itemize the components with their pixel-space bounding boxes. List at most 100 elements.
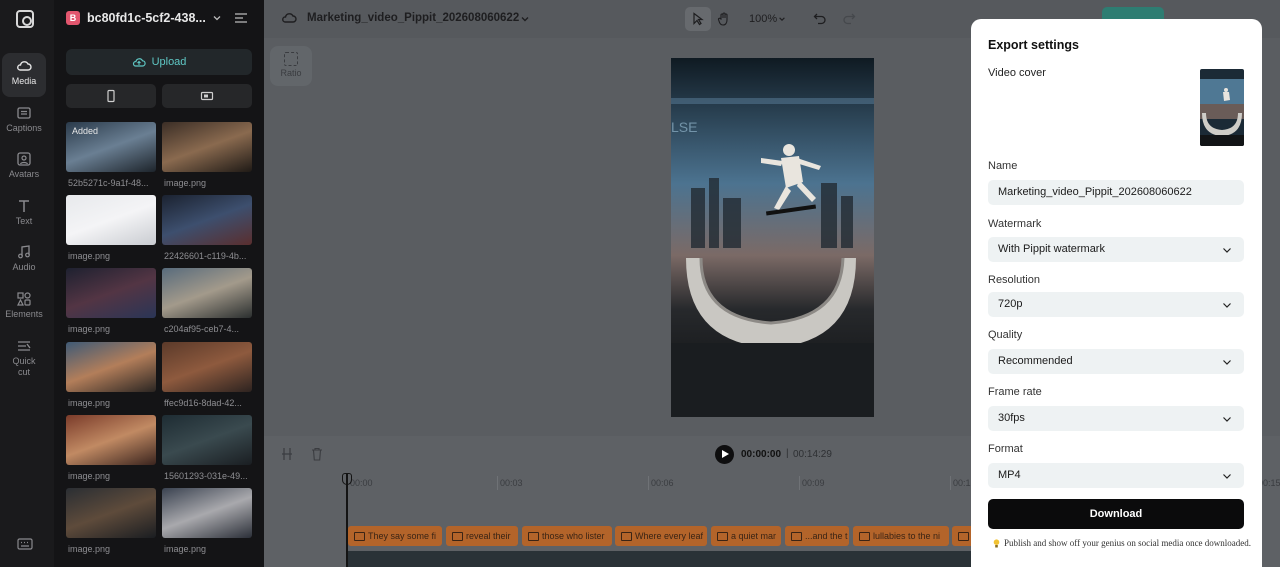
media-caption: image.png bbox=[164, 544, 207, 554]
format-select[interactable]: MP4 bbox=[988, 463, 1244, 488]
video-cover-thumbnail[interactable] bbox=[1200, 69, 1244, 146]
quality-select[interactable]: Recommended bbox=[988, 349, 1244, 374]
chevron-down-icon bbox=[1223, 474, 1231, 479]
play-button[interactable] bbox=[715, 445, 734, 464]
trash-icon[interactable] bbox=[311, 447, 323, 461]
rail-item-media[interactable]: Media bbox=[2, 53, 46, 97]
media-caption: 22426601-c119-4b... bbox=[164, 251, 247, 261]
menu-icon[interactable] bbox=[234, 12, 248, 24]
landscape-filter-button[interactable] bbox=[162, 84, 252, 108]
split-icon[interactable] bbox=[281, 447, 293, 461]
rail-item-label: Media bbox=[11, 76, 37, 86]
caption-clip[interactable]: a quiet mar bbox=[711, 526, 781, 546]
quality-label: Quality bbox=[988, 329, 1023, 341]
name-input[interactable]: Marketing_video_Pippit_202608060622 bbox=[988, 180, 1244, 205]
frame-rate-label: Frame rate bbox=[988, 386, 1042, 398]
project-header[interactable]: B bc80fd1c-5cf2-438... bbox=[66, 8, 256, 30]
caption-clip[interactable]: reveal their bbox=[446, 526, 518, 546]
current-time: 00:00:00 bbox=[741, 449, 782, 460]
media-thumbnail[interactable] bbox=[66, 268, 156, 318]
media-thumbnail[interactable] bbox=[162, 195, 252, 245]
ratio-label: Ratio bbox=[280, 68, 302, 78]
captions-icon bbox=[16, 106, 32, 120]
text-icon bbox=[16, 199, 32, 213]
cover-image bbox=[1200, 69, 1244, 146]
redo-icon[interactable] bbox=[842, 11, 856, 25]
frame-rate-select[interactable]: 30fps bbox=[988, 406, 1244, 431]
ruler-tick-mark bbox=[648, 476, 649, 490]
select-tool-button[interactable] bbox=[685, 7, 711, 31]
watermark-label: Watermark bbox=[988, 218, 1042, 230]
chevron-down-icon[interactable] bbox=[520, 14, 530, 24]
left-rail: Media Captions Avatars Text Audio Elemen… bbox=[0, 0, 54, 567]
quality-value: Recommended bbox=[998, 355, 1073, 367]
portrait-filter-button[interactable] bbox=[66, 84, 156, 108]
rail-item-text[interactable]: Text bbox=[2, 193, 46, 237]
rail-item-audio[interactable]: Audio bbox=[2, 239, 46, 283]
media-thumbnail[interactable] bbox=[162, 122, 252, 172]
media-thumbnail[interactable]: Added bbox=[66, 122, 156, 172]
keyboard-icon[interactable] bbox=[17, 537, 33, 551]
caption-clip[interactable]: ...and the t bbox=[785, 526, 849, 546]
undo-icon[interactable] bbox=[813, 11, 827, 25]
hand-tool-button[interactable] bbox=[711, 7, 737, 31]
landscape-icon bbox=[200, 91, 214, 101]
total-time: 00:14:29 bbox=[793, 449, 832, 460]
media-thumbnail[interactable] bbox=[162, 415, 252, 465]
frame-rate-value: 30fps bbox=[998, 412, 1025, 424]
zoom-level[interactable]: 100% bbox=[749, 13, 777, 25]
rail-item-label: Avatars bbox=[8, 169, 40, 179]
media-thumbnail[interactable] bbox=[66, 195, 156, 245]
elements-icon bbox=[16, 292, 32, 306]
watermark-value: With Pippit watermark bbox=[998, 243, 1105, 255]
media-thumbnail[interactable] bbox=[162, 268, 252, 318]
rail-item-avatars[interactable]: Avatars bbox=[2, 146, 46, 190]
cloud-upload-icon bbox=[132, 58, 146, 67]
cloud-save-icon[interactable] bbox=[281, 11, 297, 25]
watermark-select[interactable]: With Pippit watermark bbox=[988, 237, 1244, 262]
caption-clip[interactable]: Where every leaf bbox=[615, 526, 707, 546]
video-track[interactable] bbox=[346, 551, 976, 567]
ruler-tick-label: 00:03 bbox=[500, 478, 523, 488]
project-title[interactable]: Marketing_video_Pippit_202608060622 bbox=[307, 12, 519, 24]
rail-item-elements[interactable]: Elements bbox=[2, 286, 46, 330]
media-thumbnail[interactable] bbox=[162, 342, 252, 392]
caption-clip[interactable]: lullabies to the ni bbox=[853, 526, 949, 546]
playhead-handle[interactable] bbox=[342, 473, 352, 485]
resolution-select[interactable]: 720p bbox=[988, 292, 1244, 317]
project-badge: B bbox=[66, 11, 80, 25]
export-title: Export settings bbox=[988, 38, 1079, 52]
playhead[interactable] bbox=[346, 474, 348, 567]
project-name[interactable]: bc80fd1c-5cf2-438... bbox=[87, 11, 206, 25]
media-thumbnail[interactable] bbox=[66, 488, 156, 538]
caption-clip[interactable]: those who lister bbox=[522, 526, 612, 546]
quick-cut-icon bbox=[16, 339, 32, 353]
format-value: MP4 bbox=[998, 469, 1021, 481]
chevron-down-icon[interactable] bbox=[212, 13, 222, 23]
phone-icon bbox=[107, 89, 115, 103]
media-thumbnail[interactable] bbox=[162, 488, 252, 538]
download-button[interactable]: Download bbox=[988, 499, 1244, 529]
chevron-down-icon[interactable] bbox=[778, 15, 786, 23]
name-value: Marketing_video_Pippit_202608060622 bbox=[998, 186, 1192, 198]
rail-item-label: Quick cut bbox=[12, 356, 36, 377]
upload-button[interactable]: Upload bbox=[66, 49, 252, 75]
chevron-down-icon bbox=[1223, 248, 1231, 253]
avatar-icon bbox=[16, 152, 32, 166]
rail-item-quick-cut[interactable]: Quick cut bbox=[2, 333, 46, 383]
publish-note-text: Publish and show off your genius on soci… bbox=[1004, 538, 1252, 548]
video-preview[interactable]: LSE bbox=[671, 58, 874, 417]
ruler-tick-label: 00:06 bbox=[651, 478, 674, 488]
chevron-down-icon bbox=[1223, 303, 1231, 308]
rail-item-captions[interactable]: Captions bbox=[2, 100, 46, 144]
caption-clip[interactable]: They say some fi bbox=[348, 526, 442, 546]
app-logo-icon[interactable] bbox=[16, 10, 34, 28]
media-thumbnail[interactable] bbox=[66, 415, 156, 465]
ruler-tick-label: 00:09 bbox=[802, 478, 825, 488]
skateboarder-frame: LSE bbox=[671, 58, 874, 417]
media-caption: 52b5271c-9a1f-48... bbox=[68, 178, 149, 188]
media-thumbnail[interactable] bbox=[66, 342, 156, 392]
name-label: Name bbox=[988, 160, 1018, 172]
ratio-button[interactable]: Ratio bbox=[270, 46, 312, 86]
media-caption: image.png bbox=[68, 251, 111, 261]
